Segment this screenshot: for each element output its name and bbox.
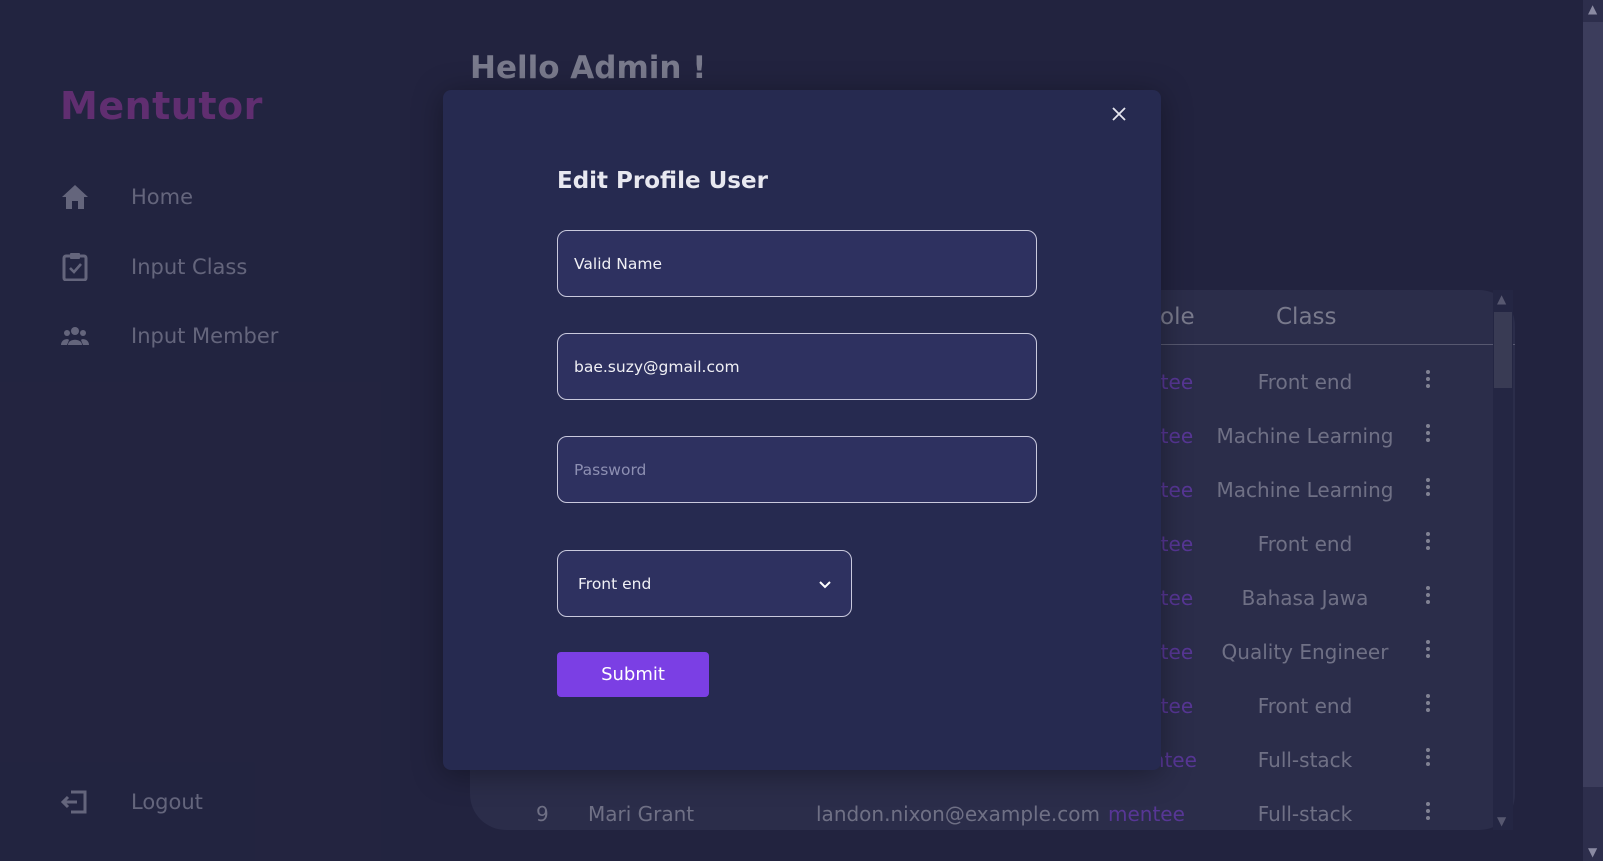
name-field[interactable] — [557, 230, 1037, 297]
window-scrollbar-thumb[interactable] — [1583, 22, 1603, 787]
submit-button[interactable]: Submit — [557, 652, 709, 697]
class-select[interactable]: Front end — [557, 550, 852, 617]
close-icon[interactable] — [1107, 104, 1131, 128]
class-select-value: Front end — [578, 574, 652, 593]
modal-title: Edit Profile User — [557, 168, 768, 194]
window-scrollbar[interactable]: ▲ ▼ — [1583, 0, 1603, 861]
password-field[interactable] — [557, 436, 1037, 503]
scroll-up-arrow-icon[interactable]: ▲ — [1588, 2, 1597, 16]
email-field[interactable] — [557, 333, 1037, 400]
scroll-down-arrow-icon[interactable]: ▼ — [1588, 845, 1597, 859]
edit-profile-modal: Edit Profile User Front end Submit — [443, 90, 1161, 770]
chevron-down-icon — [819, 575, 831, 593]
